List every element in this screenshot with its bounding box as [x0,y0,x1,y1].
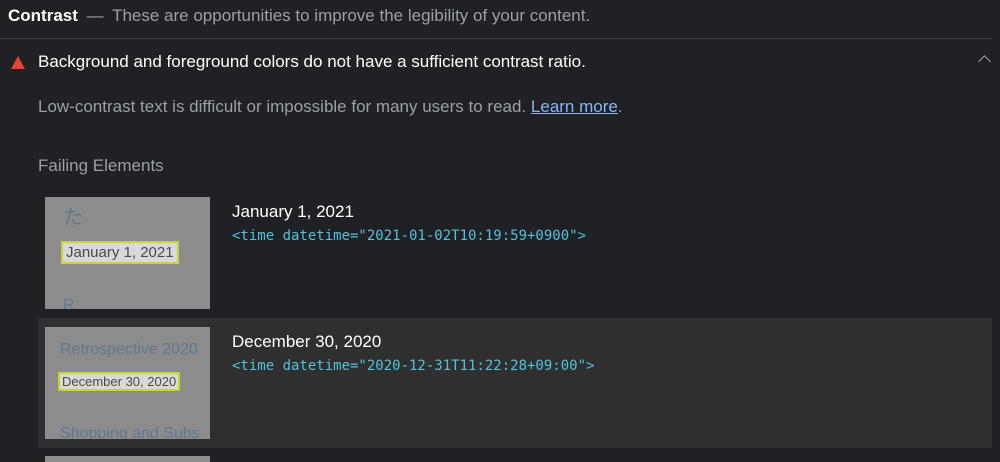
learn-more-link[interactable]: Learn more [531,97,618,116]
element-screenshot-thumbnail: Retrospective 2020 December 30, 2020 Sho… [45,327,210,439]
audit-description-text: Low-contrast text is difficult or imposs… [38,97,527,116]
audit-page: Contrast — These are opportunities to im… [0,0,1000,462]
section-title: Contrast [8,6,78,25]
element-label: January 1, 2021 [232,202,354,221]
thumbnail-ghost-text: Shopping and Subs [60,425,200,439]
audit-title: Background and foreground colors do not … [38,52,586,71]
thumbnail-ghost-text: Retrospective 2020 [60,341,198,358]
element-label: December 30, 2020 [232,332,382,351]
chevron-up-icon[interactable] [978,55,991,68]
audit-summary-row[interactable]: Background and foreground colors do not … [0,39,1000,85]
element-screenshot-thumbnail-partial [45,456,210,462]
thumbnail-highlight-box: January 1, 2021 [61,241,179,264]
section-separator: — [86,6,104,25]
thumbnail-highlight-box: December 30, 2020 [58,372,181,391]
element-screenshot-thumbnail: た January 1, 2021 R [45,197,210,309]
thumbnail-ghost-text: R [63,297,75,309]
failing-element-row[interactable]: Retrospective 2020 December 30, 2020 Sho… [38,318,992,448]
fail-triangle-icon [11,56,25,69]
failing-element-row[interactable]: た January 1, 2021 R January 1, 2021 <tim… [38,197,992,327]
element-code-snippet[interactable]: <time datetime="2020-12-31T11:22:28+09:0… [232,358,594,374]
section-subtitle: These are opportunities to improve the l… [112,6,591,25]
thumbnail-ghost-text: た [63,207,83,229]
audit-description: Low-contrast text is difficult or imposs… [38,97,623,117]
section-header: Contrast — These are opportunities to im… [8,6,590,26]
element-code-snippet[interactable]: <time datetime="2021-01-02T10:19:59+0900… [232,228,586,244]
failing-elements-label: Failing Elements [38,156,164,175]
description-period: . [617,97,623,116]
audit-panel: Background and foreground colors do not … [0,39,1000,462]
